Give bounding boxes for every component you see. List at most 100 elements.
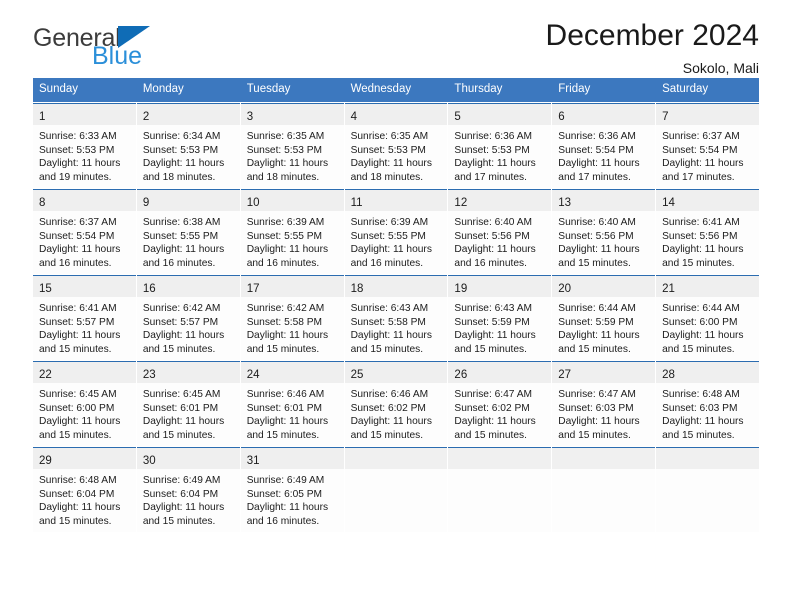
sunrise-text: Sunrise: 6:48 AM	[662, 389, 740, 400]
day-cell[interactable]: 3 Sunrise: 6:35 AM Sunset: 5:53 PM Daylight…	[240, 103, 344, 188]
daylight-text-line2: and 15 minutes.	[662, 343, 735, 355]
day-cell[interactable]: 30 Sunrise: 6:49 AM Sunset: 6:04 PM Dayligh…	[136, 447, 240, 532]
daylight-text-line2: and 16 minutes.	[39, 257, 112, 269]
sunrise-text: Sunrise: 6:46 AM	[246, 389, 325, 400]
day-cell[interactable]: 23 Sunrise: 6:45 AM Sunset: 6:01 PM Dayligh…	[136, 361, 240, 446]
day-cell-empty	[344, 447, 448, 532]
day-info: Sunrise: 6:44 AM Sunset: 6:00 PM Daylight:…	[656, 297, 759, 356]
general-blue-logo[interactable]: General Blue	[33, 24, 213, 72]
day-number: 6	[558, 111, 565, 123]
daylight-text-line2: and 17 minutes.	[454, 171, 527, 183]
day-info: Sunrise: 6:34 AM Sunset: 5:53 PM Daylight:…	[137, 125, 240, 184]
day-info: Sunrise: 6:49 AM Sunset: 6:05 PM Daylight:…	[241, 469, 344, 528]
day-number-band: 11	[344, 190, 448, 211]
day-cell[interactable]: 19 Sunrise: 6:43 AM Sunset: 5:59 PM Dayligh…	[448, 275, 552, 360]
day-cell[interactable]: 24 Sunrise: 6:46 AM Sunset: 6:01 PM Dayligh…	[240, 361, 344, 446]
day-cell[interactable]: 22 Sunrise: 6:45 AM Sunset: 6:00 PM Dayligh…	[33, 361, 136, 446]
day-number: 10	[246, 197, 260, 209]
day-number: 22	[39, 369, 52, 381]
day-number: 21	[662, 283, 675, 295]
daylight-text-line1: Daylight: 11 hours	[246, 158, 329, 170]
day-cell[interactable]: 2 Sunrise: 6:34 AM Sunset: 5:53 PM Daylight…	[136, 103, 240, 188]
daylight-text-line1: Daylight: 11 hours	[558, 244, 640, 256]
daylight-text-line2: and 15 minutes.	[350, 429, 424, 441]
day-info: Sunrise: 6:48 AM Sunset: 6:04 PM Daylight:…	[33, 469, 136, 528]
day-number-band: 9	[136, 190, 240, 211]
day-cell[interactable]: 27 Sunrise: 6:47 AM Sunset: 6:03 PM Dayligh…	[552, 361, 656, 446]
day-cell[interactable]: 15 Sunrise: 6:41 AM Sunset: 5:57 PM Dayligh…	[33, 275, 136, 360]
day-number: 19	[454, 283, 468, 295]
day-info: Sunrise: 6:43 AM Sunset: 5:58 PM Daylight:…	[345, 297, 448, 356]
day-cell[interactable]: 5 Sunrise: 6:36 AM Sunset: 5:53 PM Daylight…	[448, 103, 552, 188]
day-number-band: 26	[448, 362, 552, 383]
day-cell[interactable]: 28 Sunrise: 6:48 AM Sunset: 6:03 PM Dayligh…	[656, 361, 759, 446]
daylight-text-line1: Daylight: 11 hours	[142, 416, 225, 428]
sunrise-text: Sunrise: 6:37 AM	[39, 217, 117, 228]
day-cell[interactable]: 1 Sunrise: 6:33 AM Sunset: 5:53 PM Daylight…	[33, 103, 136, 188]
day-cell[interactable]: 14 Sunrise: 6:41 AM Sunset: 5:56 PM Dayligh…	[656, 189, 759, 274]
day-cell[interactable]: 25 Sunrise: 6:46 AM Sunset: 6:02 PM Dayligh…	[344, 361, 448, 446]
day-cell[interactable]: 6 Sunrise: 6:36 AM Sunset: 5:54 PM Daylight…	[552, 103, 656, 188]
day-number-band	[448, 448, 552, 469]
day-cell[interactable]: 17 Sunrise: 6:42 AM Sunset: 5:58 PM Dayligh…	[240, 275, 344, 360]
day-number: 9	[142, 197, 150, 209]
sunrise-text: Sunrise: 6:40 AM	[558, 217, 636, 228]
day-number: 3	[246, 111, 254, 123]
day-cell[interactable]: 9 Sunrise: 6:38 AM Sunset: 5:55 PM Daylight…	[136, 189, 240, 274]
day-cell[interactable]: 18 Sunrise: 6:43 AM Sunset: 5:58 PM Dayligh…	[344, 275, 448, 360]
sunset-text: Sunset: 5:55 PM	[246, 230, 323, 242]
day-number: 25	[350, 369, 364, 381]
day-cell[interactable]: 13 Sunrise: 6:40 AM Sunset: 5:56 PM Dayligh…	[552, 189, 656, 274]
day-cell[interactable]: 7 Sunrise: 6:37 AM Sunset: 5:54 PM Daylight…	[656, 103, 759, 188]
day-number-band: 16	[136, 276, 240, 297]
day-cell[interactable]: 8 Sunrise: 6:37 AM Sunset: 5:54 PM Daylight…	[33, 189, 136, 274]
sunset-text: Sunset: 5:54 PM	[662, 144, 738, 156]
week-row: 1 Sunrise: 6:33 AM Sunset: 5:53 PM Daylight…	[33, 103, 759, 188]
daylight-text-line1: Daylight: 11 hours	[142, 158, 225, 170]
sunset-text: Sunset: 5:55 PM	[350, 230, 426, 242]
daylight-text-line2: and 16 minutes.	[350, 257, 424, 269]
daylight-text-line1: Daylight: 11 hours	[246, 502, 329, 514]
day-number: 8	[39, 197, 46, 209]
day-cell[interactable]: 29 Sunrise: 6:48 AM Sunset: 6:04 PM Dayligh…	[33, 447, 136, 532]
day-cell[interactable]: 10 Sunrise: 6:39 AM Sunset: 5:55 PM Dayligh…	[240, 189, 344, 274]
day-number-band: 14	[656, 190, 759, 211]
sunrise-text: Sunrise: 6:43 AM	[454, 303, 533, 314]
daylight-text-line2: and 17 minutes.	[558, 171, 631, 183]
daylight-text-line1: Daylight: 11 hours	[350, 158, 432, 170]
day-number-band: 31	[240, 448, 344, 469]
daylight-text-line1: Daylight: 11 hours	[246, 330, 329, 342]
daylight-text-line2: and 15 minutes.	[454, 343, 527, 355]
day-number-band: 18	[344, 276, 448, 297]
day-number-band: 19	[448, 276, 552, 297]
sunset-text: Sunset: 5:57 PM	[39, 316, 115, 328]
day-cell[interactable]: 26 Sunrise: 6:47 AM Sunset: 6:02 PM Dayligh…	[448, 361, 552, 446]
day-cell[interactable]: 31 Sunrise: 6:49 AM Sunset: 6:05 PM Dayligh…	[240, 447, 344, 532]
day-info: Sunrise: 6:46 AM Sunset: 6:01 PM Daylight:…	[241, 383, 344, 442]
weekday-saturday: Saturday	[656, 78, 759, 102]
sunrise-text: Sunrise: 6:41 AM	[39, 303, 117, 314]
daylight-text-line2: and 15 minutes.	[39, 343, 112, 355]
day-number: 4	[350, 111, 357, 123]
day-info: Sunrise: 6:47 AM Sunset: 6:02 PM Daylight:…	[448, 383, 551, 442]
day-number-band: 20	[552, 276, 656, 297]
day-cell[interactable]: 12 Sunrise: 6:40 AM Sunset: 5:56 PM Dayligh…	[448, 189, 552, 274]
day-info: Sunrise: 6:43 AM Sunset: 5:59 PM Daylight:…	[448, 297, 551, 356]
day-info: Sunrise: 6:38 AM Sunset: 5:55 PM Daylight:…	[137, 211, 240, 270]
daylight-text-line1: Daylight: 11 hours	[454, 330, 536, 342]
day-cell[interactable]: 16 Sunrise: 6:42 AM Sunset: 5:57 PM Dayligh…	[136, 275, 240, 360]
day-cell[interactable]: 11 Sunrise: 6:39 AM Sunset: 5:55 PM Dayligh…	[344, 189, 448, 274]
day-cell[interactable]: 20 Sunrise: 6:44 AM Sunset: 5:59 PM Dayligh…	[552, 275, 656, 360]
day-info: Sunrise: 6:39 AM Sunset: 5:55 PM Daylight:…	[241, 211, 344, 270]
day-number: 27	[558, 369, 572, 381]
daylight-text-line1: Daylight: 11 hours	[454, 158, 536, 170]
day-cell[interactable]: 4 Sunrise: 6:35 AM Sunset: 5:53 PM Daylight…	[344, 103, 448, 188]
day-number-band: 24	[240, 362, 344, 383]
daylight-text-line2: and 15 minutes.	[39, 429, 112, 441]
weekday-thursday: Thursday	[448, 78, 552, 102]
day-cell[interactable]: 21 Sunrise: 6:44 AM Sunset: 6:00 PM Dayligh…	[656, 275, 759, 360]
day-info: Sunrise: 6:46 AM Sunset: 6:02 PM Daylight:…	[345, 383, 448, 442]
daylight-text-line1: Daylight: 11 hours	[142, 502, 225, 514]
sunrise-text: Sunrise: 6:47 AM	[454, 389, 533, 400]
sunrise-text: Sunrise: 6:42 AM	[246, 303, 325, 314]
